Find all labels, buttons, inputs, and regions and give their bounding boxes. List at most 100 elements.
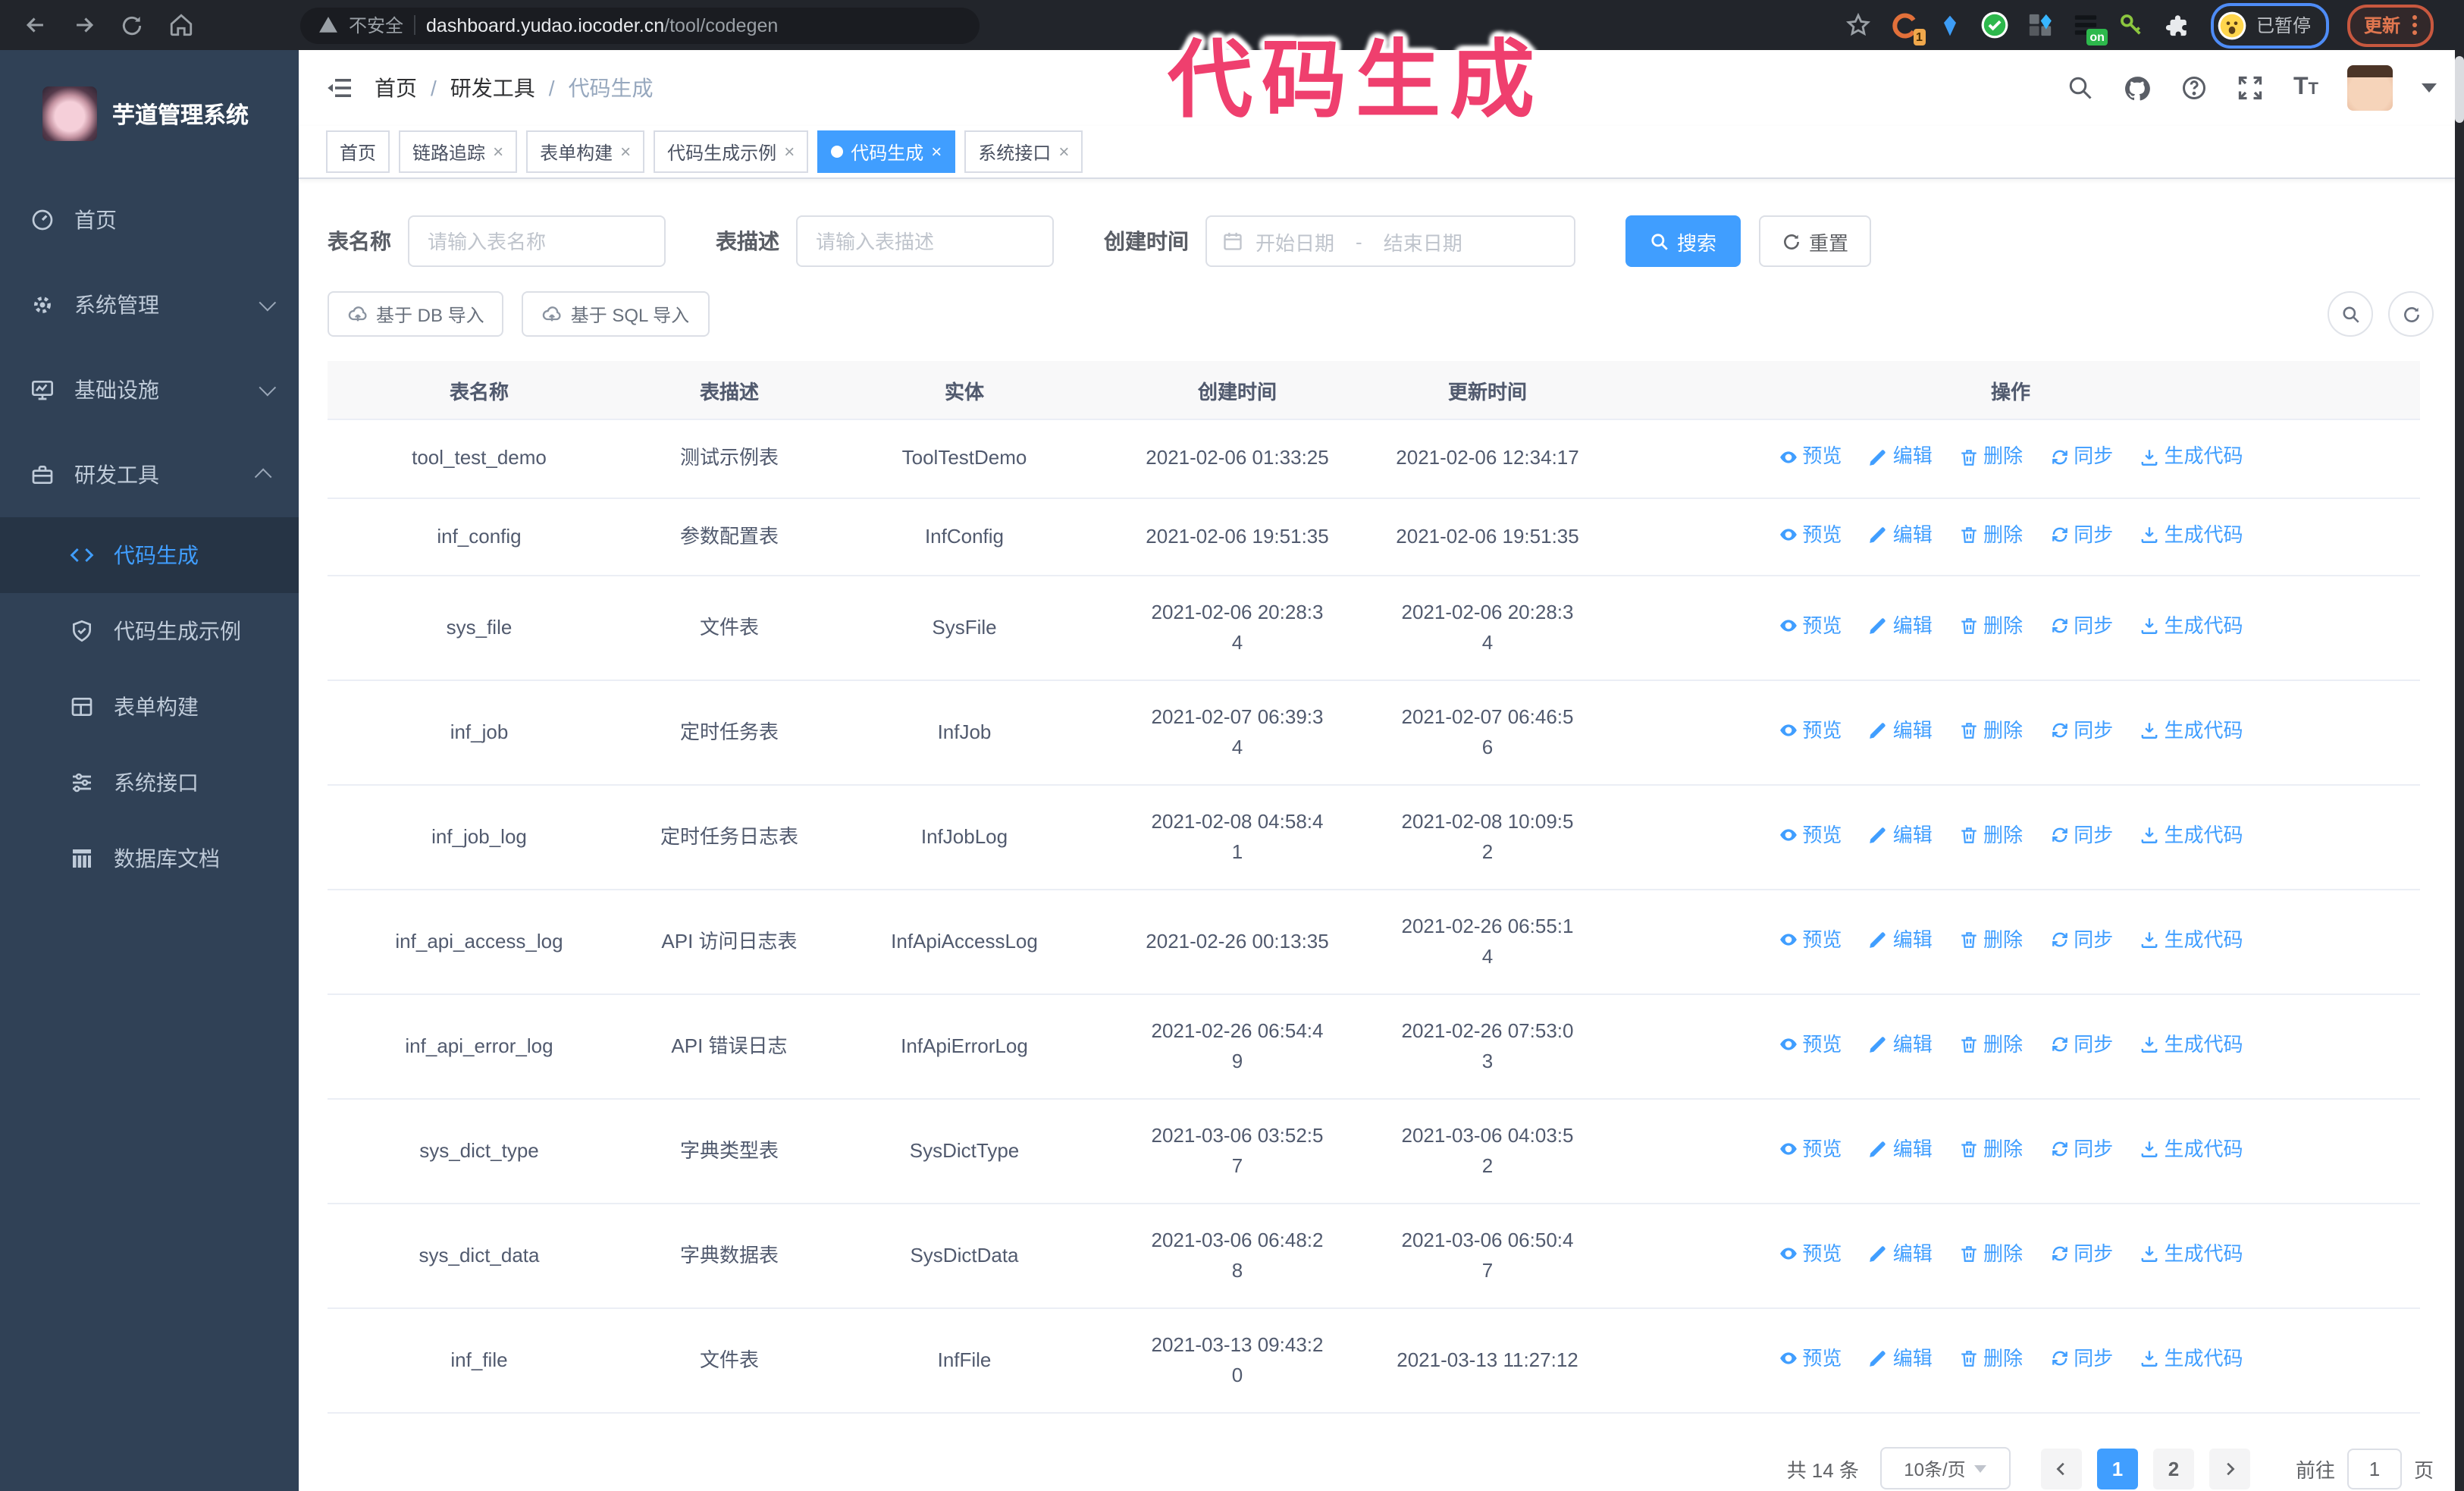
bookmark-star-button[interactable] [1844,10,1874,40]
delete-link[interactable]: 删除 [1959,925,2023,956]
github-link[interactable] [2124,74,2152,102]
sidebar-item-api[interactable]: 系统接口 [0,745,299,821]
edit-link[interactable]: 编辑 [1869,821,1933,851]
breadcrumb-home[interactable]: 首页 [375,73,417,103]
page-size-select[interactable]: 10条/页 [1879,1447,2011,1489]
chevron-down-icon[interactable] [2422,83,2437,100]
scrollbar-thumb[interactable] [2455,56,2464,123]
scrollbar[interactable] [2455,50,2464,1491]
sidebar-item-db-doc[interactable]: 数据库文档 [0,821,299,896]
toggle-search-button[interactable] [2328,291,2373,337]
edit-link[interactable]: 编辑 [1869,519,1933,550]
tab-codegen-example[interactable]: 代码生成示例 × [654,130,809,173]
import-sql-button[interactable]: 基于 SQL 导入 [522,291,710,337]
sync-link[interactable]: 同步 [2049,441,2113,472]
sync-link[interactable]: 同步 [2049,1239,2113,1270]
sidebar-item-home[interactable]: 首页 [0,177,299,262]
close-icon[interactable]: × [493,143,503,161]
delete-link[interactable]: 删除 [1959,716,2023,746]
back-button[interactable] [15,5,55,45]
sync-link[interactable]: 同步 [2049,1030,2113,1060]
home-button[interactable] [161,5,200,45]
edit-link[interactable]: 编辑 [1869,716,1933,746]
preview-link[interactable]: 预览 [1778,441,1842,472]
close-icon[interactable]: × [931,143,942,161]
delete-link[interactable]: 删除 [1959,1135,2023,1165]
generate-code-link[interactable]: 生成代码 [2140,611,2243,642]
sidebar-item-system[interactable]: 系统管理 [0,262,299,347]
generate-code-link[interactable]: 生成代码 [2140,1030,2243,1060]
preview-link[interactable]: 预览 [1778,1135,1842,1165]
breadcrumb-devtools[interactable]: 研发工具 [450,73,535,103]
search-button[interactable]: 搜索 [1625,215,1741,267]
sidebar-item-devtools[interactable]: 研发工具 [0,432,299,517]
close-icon[interactable]: × [784,143,795,161]
sync-link[interactable]: 同步 [2049,821,2113,851]
preview-link[interactable]: 预览 [1778,1239,1842,1270]
generate-code-link[interactable]: 生成代码 [2140,925,2243,956]
extension-switch[interactable]: on [2071,10,2108,45]
tab-tracing[interactable]: 链路追踪 × [399,130,518,173]
forward-button[interactable] [64,5,103,45]
fullscreen-button[interactable] [2237,74,2265,102]
generate-code-link[interactable]: 生成代码 [2140,1344,2243,1374]
extension-colorzilla[interactable]: 1 [1889,10,1926,45]
edit-link[interactable]: 编辑 [1869,1239,1933,1270]
goto-page-input[interactable] [2346,1448,2402,1489]
page-button-1[interactable]: 1 [2096,1448,2138,1489]
user-avatar[interactable] [2347,65,2393,111]
generate-code-link[interactable]: 生成代码 [2140,519,2243,550]
generate-code-link[interactable]: 生成代码 [2140,1135,2243,1165]
extension-gem[interactable] [1935,10,1965,40]
hamburger-button[interactable] [326,74,353,102]
sync-link[interactable]: 同步 [2049,1135,2113,1165]
browser-menu-icon[interactable] [2412,15,2417,35]
tab-home[interactable]: 首页 [326,130,390,173]
sync-link[interactable]: 同步 [2049,611,2113,642]
sidebar-item-infra[interactable]: 基础设施 [0,347,299,432]
sidebar-item-codegen[interactable]: 代码生成 [0,517,299,593]
sidebar-item-form-builder[interactable]: 表单构建 [0,669,299,745]
generate-code-link[interactable]: 生成代码 [2140,1239,2243,1270]
address-bar[interactable]: 不安全 dashboard.yudao.iocoder.cn/tool/code… [300,7,980,43]
extension-key[interactable] [2117,10,2147,40]
reload-button[interactable] [112,5,152,45]
preview-link[interactable]: 预览 [1778,611,1842,642]
refresh-table-button[interactable] [2388,291,2434,337]
preview-link[interactable]: 预览 [1778,925,1842,956]
help-button[interactable] [2181,74,2209,102]
close-icon[interactable]: × [1058,143,1069,161]
extension-grid[interactable] [2026,10,2056,40]
reset-button[interactable]: 重置 [1759,215,1872,267]
preview-link[interactable]: 预览 [1778,1344,1842,1374]
edit-link[interactable]: 编辑 [1869,611,1933,642]
font-size-button[interactable]: TT [2293,75,2318,100]
edit-link[interactable]: 编辑 [1869,441,1933,472]
preview-link[interactable]: 预览 [1778,716,1842,746]
close-icon[interactable]: × [620,143,631,161]
edit-link[interactable]: 编辑 [1869,925,1933,956]
browser-profile-chip[interactable]: 已暂停 [2210,2,2329,48]
tab-codegen[interactable]: 代码生成 × [817,130,956,173]
sync-link[interactable]: 同步 [2049,925,2113,956]
delete-link[interactable]: 删除 [1959,1030,2023,1060]
generate-code-link[interactable]: 生成代码 [2140,441,2243,472]
delete-link[interactable]: 删除 [1959,441,2023,472]
sync-link[interactable]: 同步 [2049,716,2113,746]
import-db-button[interactable]: 基于 DB 导入 [328,291,504,337]
delete-link[interactable]: 删除 [1959,1344,2023,1374]
extensions-puzzle-button[interactable] [2162,10,2193,40]
delete-link[interactable]: 删除 [1959,821,2023,851]
generate-code-link[interactable]: 生成代码 [2140,716,2243,746]
browser-update-chip[interactable]: 更新 [2346,4,2434,46]
delete-link[interactable]: 删除 [1959,611,2023,642]
tab-api[interactable]: 系统接口 × [964,130,1083,173]
sync-link[interactable]: 同步 [2049,1344,2113,1374]
page-button-2[interactable]: 2 [2152,1448,2194,1489]
extension-checker[interactable] [1980,10,2011,40]
edit-link[interactable]: 编辑 [1869,1135,1933,1165]
next-page-button[interactable] [2209,1448,2250,1489]
header-search-button[interactable] [2067,74,2095,102]
edit-link[interactable]: 编辑 [1869,1030,1933,1060]
date-range-picker[interactable]: 开始日期 - 结束日期 [1205,215,1575,267]
